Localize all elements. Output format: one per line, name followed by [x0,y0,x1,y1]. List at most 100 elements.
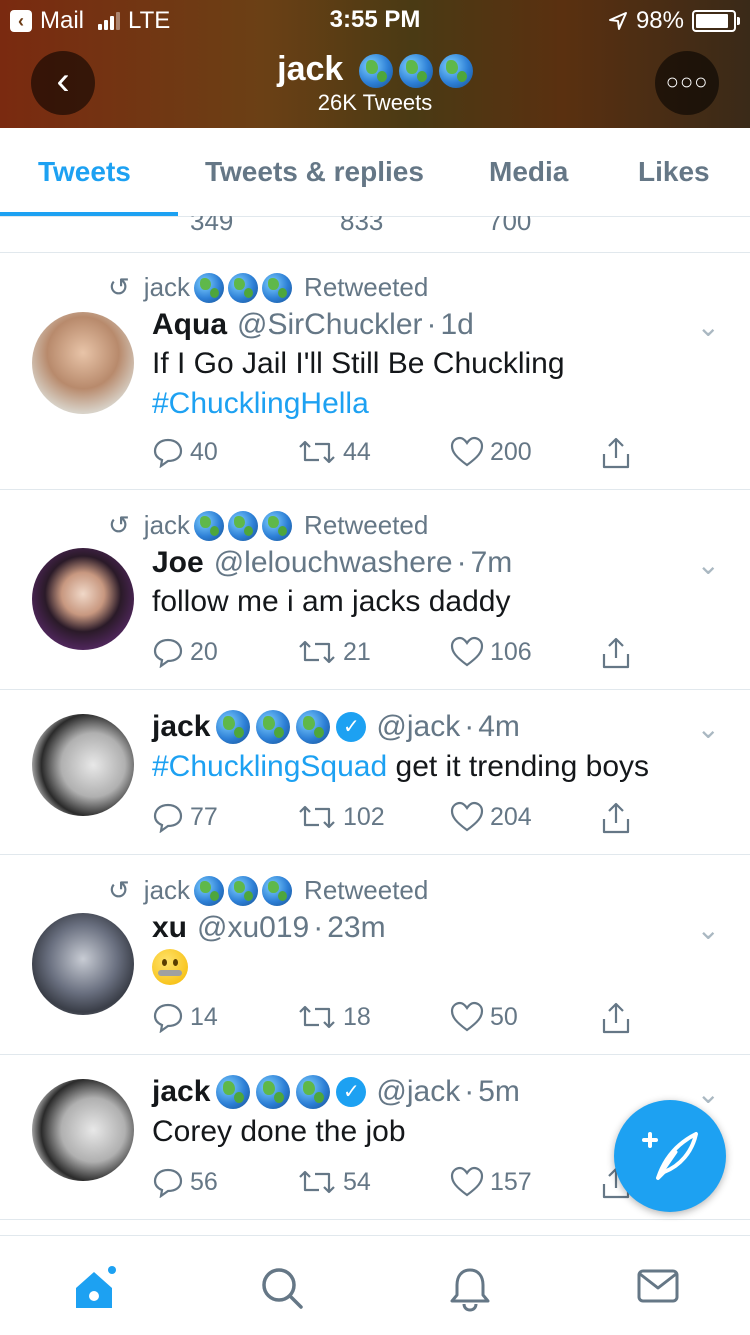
reply-button[interactable]: 14 [152,1001,218,1033]
tab-media[interactable]: Media [489,156,568,188]
reply-icon [153,438,183,468]
retweet-icon: ↺ [108,510,130,540]
retweet-button[interactable]: 18 [297,1001,371,1033]
chevron-down-icon[interactable]: ⌄ [697,310,720,343]
compose-tweet-button[interactable] [614,1100,726,1212]
share-button[interactable] [600,436,638,470]
tweet-author-line: jack ✓ @jack · 5m [152,1075,520,1109]
retweeter-name[interactable]: jack [144,875,190,906]
like-button[interactable]: 157 [450,1166,532,1198]
tab-notifications[interactable] [448,1266,492,1317]
more-options-button[interactable]: ○○○ [655,51,719,115]
retweeter-name[interactable]: jack [144,272,190,303]
globe-icon [228,272,259,303]
chevron-down-icon[interactable]: ⌄ [697,548,720,581]
battery-percent: 98% [635,7,684,34]
retweet-count: 18 [343,1002,371,1031]
dot-separator: · [313,911,324,944]
globe-icon [296,1075,331,1109]
heart-icon [450,1166,484,1197]
dot-separator: · [426,308,437,341]
tweet-item[interactable]: ↺ jack Retweeted Joe @lelouchwashere · 7… [0,490,750,690]
reply-icon [153,638,183,668]
bottom-tab-bar [0,1235,750,1335]
tweet-item[interactable]: ↺ jack Retweeted Aqua @SirChuckler · 1d … [0,252,750,490]
share-button[interactable] [600,636,638,670]
like-button[interactable]: 50 [450,1001,518,1033]
avatar[interactable] [32,1079,134,1181]
reply-button[interactable]: 56 [152,1166,218,1198]
tab-home[interactable] [72,1266,120,1315]
author-name[interactable]: Joe [152,546,204,580]
avatar[interactable] [32,312,134,414]
retweet-button[interactable]: 102 [297,801,385,833]
avatar[interactable] [32,913,134,1015]
author-handle[interactable]: @lelouchwashere [214,546,453,580]
chevron-down-icon[interactable]: ⌄ [697,913,720,946]
tweet-count: 26K Tweets [317,90,433,115]
share-button[interactable] [600,801,638,835]
heart-icon [450,801,484,832]
reply-count: 349 [190,216,234,236]
tweet-time: 1d [440,308,474,341]
retweeter-name[interactable]: jack [144,510,190,541]
globe-icon [262,875,293,906]
chevron-down-icon[interactable]: ⌄ [697,712,720,745]
tweet-item[interactable]: ↺ jack Retweeted xu @xu019 · 23m ⌄ 14 18… [0,855,750,1055]
tweet-text: follow me i am jacks daddy [152,585,511,618]
retweet-count: 833 [340,216,384,236]
like-count: 700 [488,216,532,236]
like-button[interactable]: 204 [450,801,532,833]
tweet-time: 23m [327,911,386,944]
tab-tweets-and-replies[interactable]: Tweets & replies [205,156,424,188]
tweet-author-line: Aqua @SirChuckler · 1d [152,308,474,342]
home-icon [76,1266,116,1308]
dot-separator: · [456,546,467,579]
tab-likes[interactable]: Likes [638,156,710,188]
reply-icon [153,803,183,833]
globe-icon [256,710,291,744]
globe-icon [262,272,293,303]
reply-button[interactable]: 40 [152,436,218,468]
avatar[interactable] [32,714,134,816]
author-handle[interactable]: @xu019 [197,911,309,945]
share-button[interactable] [600,1001,638,1035]
tweet-item[interactable]: jack ✓ @jack · 4m ⌄ #ChucklingSquad get … [0,690,750,855]
hashtag-link[interactable]: #ChucklingHella [152,384,369,424]
reply-button[interactable]: 77 [152,801,218,833]
retweet-context: ↺ jack Retweeted [108,272,428,303]
retweet-button[interactable]: 21 [297,636,371,668]
bell-icon [450,1268,490,1312]
retweet-button[interactable]: 44 [297,436,371,468]
avatar[interactable] [32,548,134,650]
author-name[interactable]: jack [152,710,210,744]
partial-tweet-actions: 349 833 700 [0,216,750,253]
author-name[interactable]: Aqua [152,308,227,342]
tweet-text-rest: get it trending boys [387,750,650,783]
retweet-icon [299,1170,335,1194]
reply-button[interactable]: 20 [152,636,218,668]
globe-icon [194,510,225,541]
like-button[interactable]: 106 [450,636,532,668]
tab-tweets[interactable]: Tweets [38,156,131,188]
retweet-button[interactable]: 54 [297,1166,371,1198]
like-button[interactable]: 200 [450,436,532,468]
hashtag-link[interactable]: #ChucklingSquad [152,750,387,783]
status-bar: ‹ Mail LTE 3:55 PM 98% [0,0,750,40]
author-handle[interactable]: @jack [376,710,460,744]
profile-header: ‹ Mail LTE 3:55 PM 98% ‹ jack 26K Tweets… [0,0,750,128]
profile-name: jack [0,50,750,89]
heart-icon [450,636,484,667]
reply-count: 20 [190,637,218,666]
author-handle[interactable]: @SirChuckler [237,308,423,342]
author-name[interactable]: xu [152,911,187,945]
author-name[interactable]: jack [152,1075,210,1109]
mail-icon [637,1269,679,1303]
tab-search[interactable] [260,1266,304,1315]
tweet-actions: 40 44 200 [152,436,652,470]
retweet-icon [299,440,335,464]
verified-badge-icon: ✓ [336,712,367,742]
tweet-time: 4m [478,710,520,743]
author-handle[interactable]: @jack [376,1075,460,1109]
tab-messages[interactable] [636,1266,680,1311]
